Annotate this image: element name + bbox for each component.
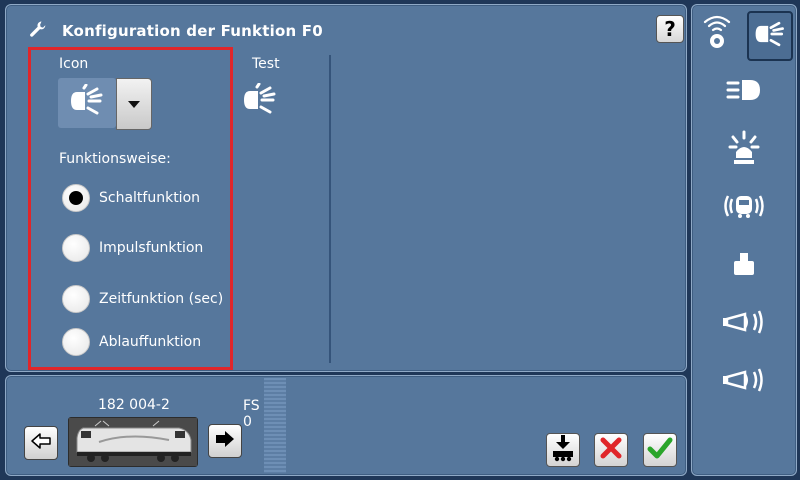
sidebar-item-weight[interactable] [704, 243, 784, 289]
previous-loco-button[interactable] [24, 426, 58, 460]
mode-option-label: Zeitfunktion (sec) [99, 291, 224, 307]
locomotive-panel: 182 004-2 FS 0 [5, 375, 687, 476]
locomotive-sound-icon [721, 192, 767, 224]
radio-button[interactable] [62, 328, 90, 356]
radio-button[interactable] [62, 184, 90, 212]
test-label: Test [252, 56, 280, 72]
horn-2-icon [721, 366, 767, 398]
mode-option[interactable]: Ablauffunktion [62, 328, 201, 356]
mode-label: Funktionsweise: [59, 151, 171, 167]
loco-name: 182 004-2 [98, 397, 170, 413]
sidebar-item-headlight[interactable] [747, 11, 793, 61]
weight-icon [732, 251, 756, 281]
headlight-icon [240, 82, 280, 121]
radio-dot [69, 191, 83, 205]
sidebar-item-horn[interactable] [704, 301, 784, 347]
test-function-button[interactable] [240, 82, 280, 121]
mode-option[interactable]: Impulsfunktion [62, 234, 203, 262]
function-config-panel: Konfiguration der Funktion F0 ? Icon Tes… [5, 4, 687, 372]
confirm-button[interactable] [643, 433, 677, 467]
headlight-icon [67, 83, 107, 122]
radio-signal-icon [700, 13, 734, 53]
sidebar-item-radio[interactable] [694, 10, 740, 56]
mode-option[interactable]: Zeitfunktion (sec) [62, 285, 223, 313]
cancel-button[interactable] [594, 433, 628, 467]
speed-step-readout: FS 0 [243, 398, 260, 430]
speed-value: 0 [243, 414, 252, 430]
chevron-down-icon [128, 100, 140, 108]
save-loco-button[interactable] [546, 433, 580, 467]
mode-option-label: Schaltfunktion [99, 190, 201, 206]
fs-label: FS [243, 398, 260, 414]
arrow-right-icon [214, 430, 236, 452]
icon-dropdown-button[interactable] [116, 78, 152, 130]
mode-option-label: Impulsfunktion [99, 240, 204, 256]
sidebar-item-high-beam[interactable] [704, 69, 784, 115]
wrench-icon [28, 19, 48, 43]
locomotive-icon [69, 418, 197, 466]
headlight-icon [752, 18, 788, 54]
sidebar-item-horn-2[interactable] [704, 359, 784, 405]
icon-label: Icon [59, 56, 89, 72]
mode-option[interactable]: Schaltfunktion [62, 184, 200, 212]
sidebar-item-cab-light[interactable] [704, 127, 784, 173]
mode-option-label: Ablauffunktion [99, 334, 202, 350]
locomotive-image[interactable] [68, 417, 198, 467]
page-title: Konfiguration der Funktion F0 [62, 22, 323, 40]
speed-slider[interactable] [264, 378, 286, 473]
horn-icon [721, 308, 767, 340]
vertical-divider [329, 55, 331, 363]
checkmark-icon [647, 436, 673, 464]
next-loco-button[interactable] [208, 424, 242, 458]
radio-button[interactable] [62, 234, 90, 262]
arrow-left-icon [30, 433, 52, 453]
sidebar-item-loco-sound[interactable] [704, 185, 784, 231]
title-bar: Konfiguration der Funktion F0 [28, 19, 323, 43]
help-button[interactable]: ? [656, 15, 684, 43]
radio-button[interactable] [62, 285, 90, 313]
close-icon [599, 436, 623, 464]
selected-icon-preview[interactable] [58, 78, 116, 128]
download-loco-icon [550, 434, 576, 466]
function-icon-sidebar [691, 4, 797, 476]
high-beam-icon [726, 78, 762, 106]
cab-light-icon [728, 130, 760, 170]
